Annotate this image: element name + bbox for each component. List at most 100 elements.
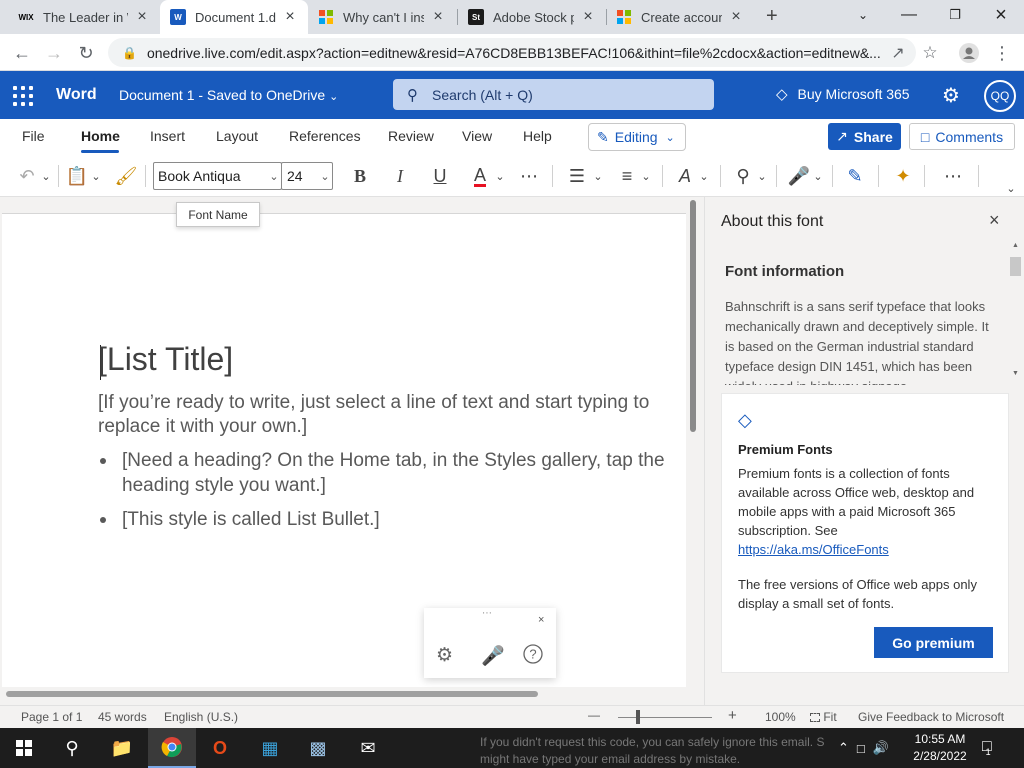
editing-mode-button[interactable]: ✎ Editing ⌄: [588, 123, 686, 151]
chrome-icon[interactable]: [148, 728, 196, 768]
drag-handle-icon[interactable]: ⋯: [482, 608, 493, 619]
back-arrow-icon[interactable]: ←: [8, 39, 36, 67]
font-color-icon[interactable]: A: [468, 163, 492, 189]
close-icon[interactable]: ×: [538, 614, 544, 626]
font-name-select[interactable]: Book Antiqua ⌄: [153, 162, 282, 190]
font-size-select[interactable]: 24 ⌄: [281, 162, 333, 190]
tab-help[interactable]: Help: [523, 128, 552, 144]
chevron-down-icon[interactable]: ⌄: [638, 163, 654, 189]
designer-wand-icon[interactable]: ✦: [890, 163, 916, 189]
search-icon[interactable]: ⚲: [48, 728, 96, 768]
chevron-down-icon[interactable]: ⌄: [754, 163, 770, 189]
bullet-item-line[interactable]: heading style you want.]: [122, 474, 326, 498]
url-field[interactable]: 🔒 onedrive.live.com/edit.aspx?action=edi…: [108, 38, 916, 67]
close-tab-icon[interactable]: ×: [282, 8, 298, 26]
browser-tab[interactable]: WIX The Leader in W ×: [8, 0, 160, 34]
app-launcher-icon[interactable]: [12, 85, 34, 107]
profile-icon[interactable]: [955, 39, 983, 67]
more-options-icon[interactable]: ⋯: [940, 163, 966, 189]
zoom-out-button[interactable]: —: [588, 708, 600, 722]
new-tab-button[interactable]: +: [766, 5, 778, 28]
browser-tab[interactable]: Why can't I inst ×: [308, 0, 456, 34]
restore-button[interactable]: ❐: [932, 0, 978, 30]
bold-icon[interactable]: B: [348, 163, 372, 189]
forward-arrow-icon[interactable]: →: [40, 39, 68, 67]
chrome-menu-icon[interactable]: ⋮: [988, 39, 1016, 67]
scroll-down-arrow-icon[interactable]: ▼: [1012, 370, 1019, 377]
language[interactable]: English (U.S.): [164, 710, 238, 724]
chevron-down-icon[interactable]: ⌄: [492, 163, 508, 189]
bookmark-star-icon[interactable]: ☆: [916, 39, 944, 67]
comments-button[interactable]: □ Comments: [909, 123, 1015, 150]
align-text-icon[interactable]: ≡: [614, 163, 640, 189]
pane-scrollbar-thumb[interactable]: [1010, 257, 1021, 276]
find-search-icon[interactable]: ⚲: [730, 163, 756, 189]
microphone-icon[interactable]: 🎤: [481, 644, 505, 668]
bullet-item-line[interactable]: [Need a heading? On the Home tab, in the…: [122, 449, 665, 473]
close-tab-icon[interactable]: ×: [134, 8, 150, 26]
paste-clipboard-icon[interactable]: 📋: [66, 163, 88, 189]
office-icon[interactable]: O: [196, 728, 244, 768]
bullet-item-line[interactable]: [This style is called List Bullet.]: [122, 508, 380, 532]
show-hidden-icons-chevron-icon[interactable]: ⌃: [838, 740, 849, 756]
go-premium-button[interactable]: Go premium: [874, 627, 993, 658]
close-tab-icon[interactable]: ×: [580, 8, 596, 26]
share-button[interactable]: ↗ Share: [828, 123, 901, 150]
format-painter-icon[interactable]: 🖌: [114, 163, 138, 189]
chevron-down-icon[interactable]: ⌄: [696, 163, 712, 189]
document-vertical-scrollbar[interactable]: [690, 200, 696, 432]
browser-tab[interactable]: Create account ×: [606, 0, 754, 34]
bullets-list-icon[interactable]: ☰: [564, 163, 590, 189]
close-tab-icon[interactable]: ×: [728, 8, 744, 26]
network-app-icon[interactable]: ▩: [294, 728, 342, 768]
more-font-options-icon[interactable]: ⋯: [516, 163, 542, 189]
body-paragraph-line[interactable]: [If you’re ready to write, just select a…: [98, 391, 649, 415]
search-input[interactable]: ⚲ Search (Alt + Q): [393, 79, 714, 110]
reload-icon[interactable]: ↻: [72, 39, 100, 67]
close-tab-icon[interactable]: ×: [430, 8, 446, 26]
styles-icon[interactable]: A: [672, 163, 698, 189]
dictate-microphone-icon[interactable]: 🎤: [786, 163, 812, 189]
editor-icon[interactable]: ✎: [842, 163, 868, 189]
tab-review[interactable]: Review: [388, 128, 434, 144]
mail-icon[interactable]: ✉: [344, 728, 392, 768]
start-windows-icon[interactable]: [0, 728, 48, 768]
chevron-down-icon[interactable]: ⌄: [88, 163, 104, 189]
office-fonts-link[interactable]: https://aka.ms/OfficeFonts: [738, 542, 889, 557]
chevron-down-icon[interactable]: ⌄: [810, 163, 826, 189]
file-explorer-icon[interactable]: 📁: [98, 728, 146, 768]
underline-icon[interactable]: U: [428, 163, 452, 189]
chevron-down-icon[interactable]: ⌄: [38, 163, 54, 189]
tab-layout[interactable]: Layout: [216, 128, 258, 144]
feedback-link[interactable]: Give Feedback to Microsoft: [858, 710, 1004, 724]
zoom-in-button[interactable]: +: [728, 707, 737, 724]
network-icon[interactable]: □: [857, 741, 865, 756]
help-question-icon[interactable]: ?: [523, 644, 543, 670]
fit-button[interactable]: Fit: [810, 710, 837, 724]
app-name[interactable]: Word: [56, 86, 97, 104]
document-page[interactable]: [List Title] [If you’re ready to write, …: [2, 213, 686, 687]
buy-microsoft-365-button[interactable]: ◇ Buy Microsoft 365: [776, 85, 910, 103]
zoom-level[interactable]: 100%: [765, 710, 796, 724]
tab-home[interactable]: Home: [81, 128, 120, 144]
document-name[interactable]: Document 1 - Saved to OneDrive ⌄: [119, 87, 338, 103]
document-horizontal-scrollbar[interactable]: [6, 691, 538, 697]
avatar[interactable]: QQ: [984, 80, 1016, 112]
tab-references[interactable]: References: [289, 128, 361, 144]
tab-view[interactable]: View: [462, 128, 492, 144]
body-paragraph-line[interactable]: replace it with your own.]: [98, 415, 307, 439]
chevron-down-icon[interactable]: ⌄: [590, 163, 606, 189]
tab-search-chevron-icon[interactable]: ⌄: [840, 0, 886, 30]
document-title[interactable]: [List Title]: [98, 341, 233, 378]
browser-tab[interactable]: St Adobe Stock pr ×: [458, 0, 606, 34]
browser-tab-active[interactable]: W Document 1.do ×: [160, 0, 308, 34]
italic-icon[interactable]: I: [388, 163, 412, 189]
tab-insert[interactable]: Insert: [150, 128, 185, 144]
word-count[interactable]: 45 words: [98, 710, 147, 724]
close-pane-icon[interactable]: ×: [989, 210, 1000, 231]
share-page-icon[interactable]: ↗: [884, 39, 912, 67]
scroll-up-arrow-icon[interactable]: ▲: [1012, 242, 1019, 249]
volume-icon[interactable]: 🔊: [873, 740, 889, 756]
dictation-settings-gear-icon[interactable]: ⚙: [436, 644, 453, 667]
tab-file[interactable]: File: [22, 128, 45, 144]
